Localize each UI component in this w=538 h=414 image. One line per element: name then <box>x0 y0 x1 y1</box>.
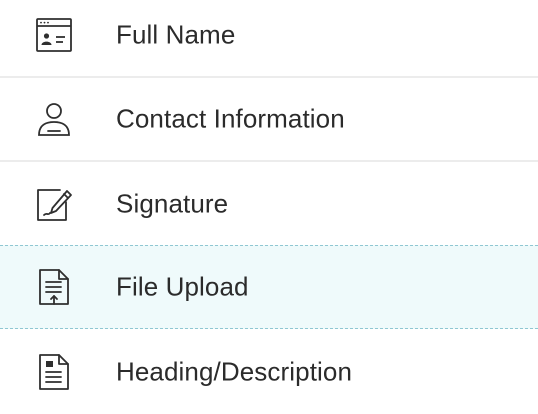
field-item-heading-description[interactable]: Heading/Description <box>0 330 538 414</box>
document-heading-icon <box>30 348 78 396</box>
form-field-palette: Full Name Contact Information Signature <box>0 0 538 414</box>
signature-pen-icon <box>30 180 78 228</box>
field-item-full-name[interactable]: Full Name <box>0 0 538 78</box>
id-card-icon <box>30 11 78 59</box>
file-upload-icon <box>30 263 78 311</box>
field-item-label: Heading/Description <box>116 356 353 387</box>
field-item-label: Full Name <box>116 19 236 50</box>
field-item-contact-information[interactable]: Contact Information <box>0 78 538 162</box>
field-item-label: Contact Information <box>116 103 345 134</box>
field-item-label: Signature <box>116 188 229 219</box>
field-item-file-upload[interactable]: File Upload <box>0 245 538 329</box>
field-item-signature[interactable]: Signature <box>0 162 538 246</box>
field-item-label: File Upload <box>116 271 249 302</box>
person-icon <box>30 95 78 143</box>
